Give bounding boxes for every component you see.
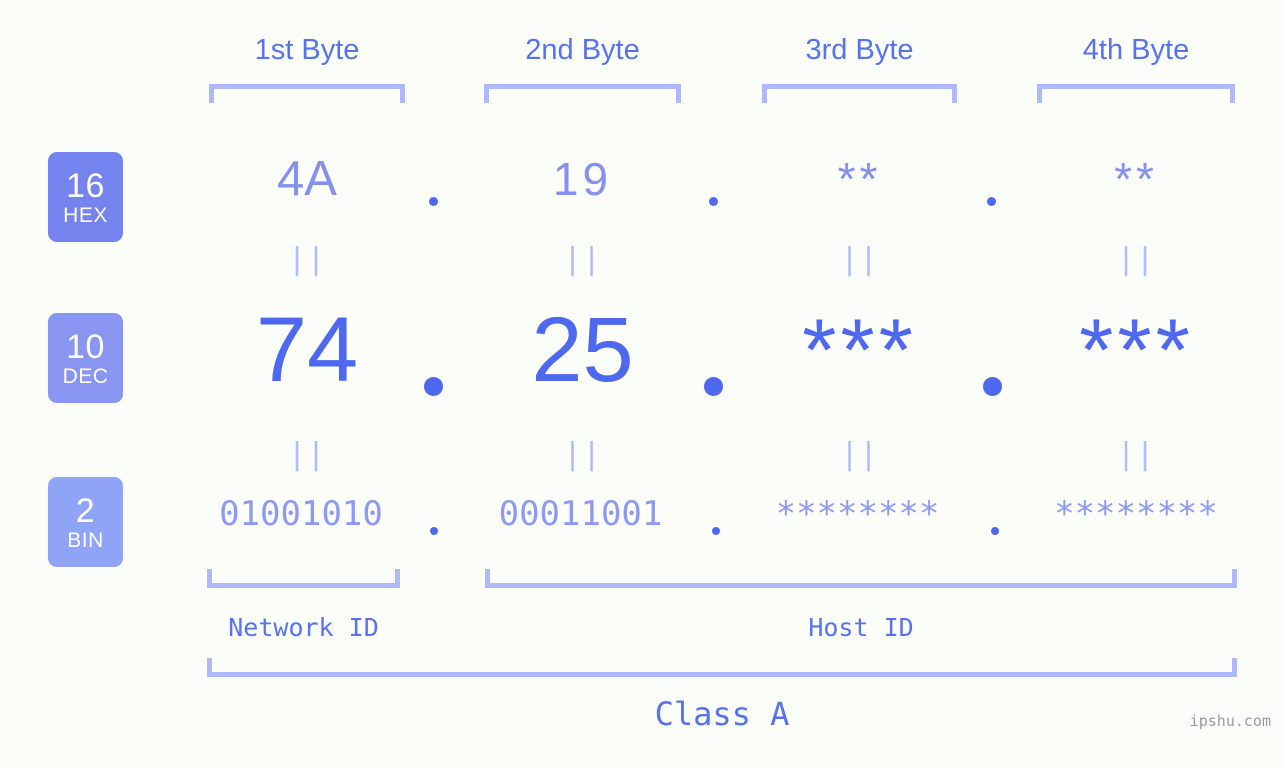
dec-byte-value-3: *** xyxy=(802,300,917,399)
watermark: ipshu.com xyxy=(1189,712,1271,730)
byte-header-label-4: 4th Byte xyxy=(1082,34,1190,66)
hex-byte-value-1: 4A xyxy=(277,152,337,206)
class-bracket xyxy=(207,658,1237,677)
dec-separator-dot-2 xyxy=(704,377,723,396)
hex-byte-value-2: 19 xyxy=(552,153,613,205)
base-badge-bin: 2 BIN xyxy=(48,477,123,567)
byte-header-label-3: 3rd Byte xyxy=(805,34,914,66)
bin-byte-value-3: ******** xyxy=(775,494,940,534)
base-badge-hex: 16 HEX xyxy=(48,152,123,242)
byte-bracket-top-2 xyxy=(484,84,681,103)
base-badge-dec-number: 10 xyxy=(66,327,105,366)
hex-separator-dot-3 xyxy=(987,197,996,206)
dec-separator-dot-3 xyxy=(983,377,1002,396)
network-id-label: Network ID xyxy=(228,613,379,642)
byte-bracket-top-4 xyxy=(1037,84,1235,103)
base-badge-dec-name: DEC xyxy=(62,364,109,388)
base-badge-bin-name: BIN xyxy=(67,528,104,552)
dec-byte-value-4: *** xyxy=(1079,300,1194,399)
equals-mark-dec-bin-4: || xyxy=(1116,437,1156,472)
equals-mark-hex-dec-1: || xyxy=(287,242,327,277)
base-badge-hex-name: HEX xyxy=(63,203,108,227)
equals-mark-dec-bin-3: || xyxy=(840,437,879,472)
class-label: Class A xyxy=(654,695,790,733)
byte-header-label-2: 2nd Byte xyxy=(525,34,640,66)
byte-header-label-1: 1st Byte xyxy=(254,34,360,66)
host-id-label: Host ID xyxy=(808,613,914,642)
hex-byte-value-4: ** xyxy=(1114,153,1158,205)
network-id-bracket xyxy=(207,569,400,588)
ip-address-breakdown-diagram: 1st Byte 2nd Byte 3rd Byte 4th Byte 16 H… xyxy=(0,0,1285,767)
base-badge-bin-number: 2 xyxy=(75,491,96,530)
dec-byte-value-1: 74 xyxy=(255,299,359,401)
base-badge-hex-number: 16 xyxy=(66,166,105,205)
hex-separator-dot-1 xyxy=(429,197,438,206)
byte-bracket-top-3 xyxy=(762,84,957,103)
bin-byte-value-4: ******** xyxy=(1054,494,1218,534)
equals-mark-dec-bin-2: || xyxy=(563,437,602,472)
hex-separator-dot-2 xyxy=(709,197,718,206)
host-id-bracket xyxy=(485,569,1237,588)
byte-bracket-top-1 xyxy=(209,84,405,103)
hex-byte-value-3: ** xyxy=(837,153,882,205)
dec-separator-dot-1 xyxy=(424,377,443,396)
bin-byte-value-2: 00011001 xyxy=(498,494,663,534)
equals-mark-dec-bin-1: || xyxy=(287,437,327,472)
equals-mark-hex-dec-4: || xyxy=(1116,242,1156,277)
equals-mark-hex-dec-3: || xyxy=(840,242,879,277)
bin-separator-dot-1 xyxy=(430,527,438,535)
bin-byte-value-1: 01001010 xyxy=(219,494,383,534)
dec-byte-value-2: 25 xyxy=(531,299,634,401)
bin-separator-dot-2 xyxy=(712,527,720,535)
base-badge-dec: 10 DEC xyxy=(48,313,123,403)
bin-separator-dot-3 xyxy=(991,527,999,535)
equals-mark-hex-dec-2: || xyxy=(563,242,602,277)
